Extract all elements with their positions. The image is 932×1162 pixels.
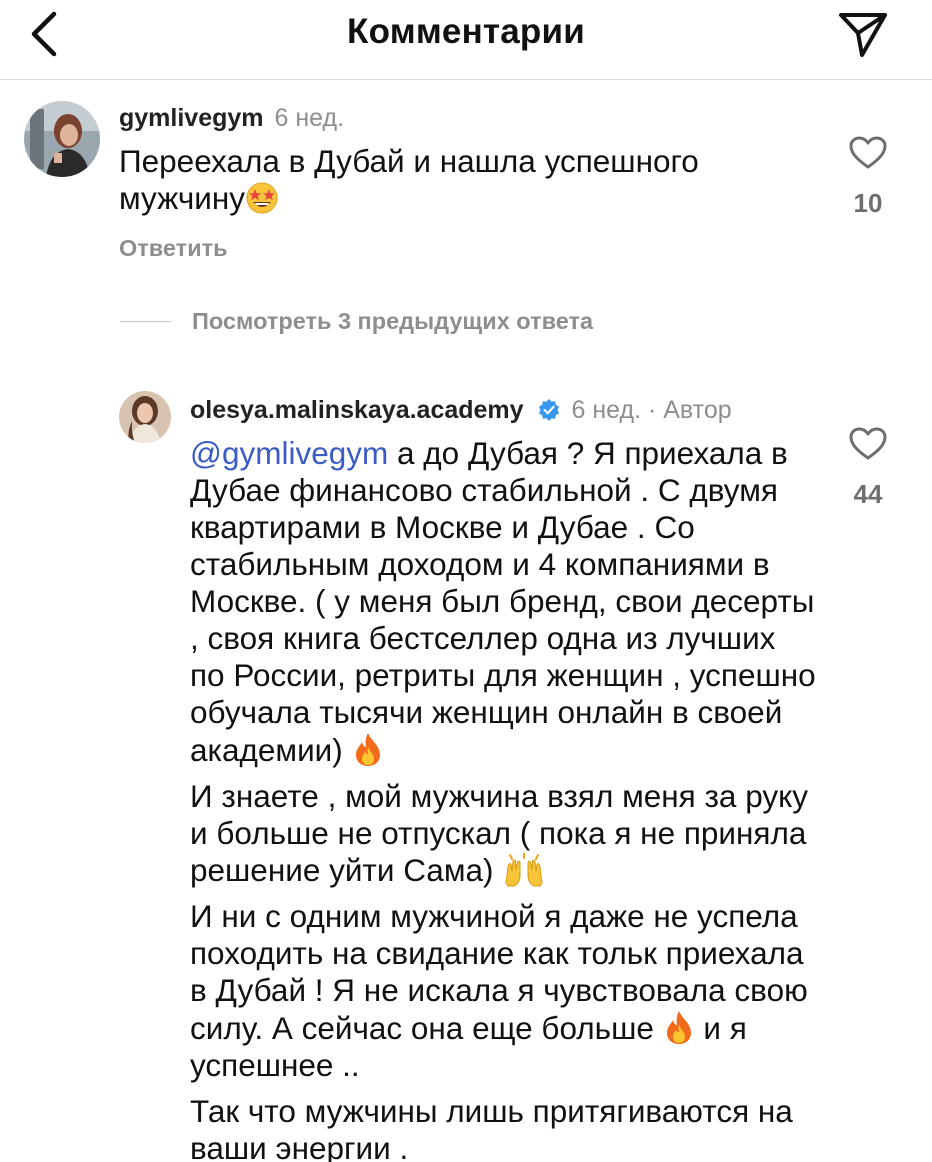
comment-body: Переехала в Дубай и нашла успешного мужч… — [119, 143, 809, 217]
comment-timestamp: 6 нед. — [274, 104, 345, 132]
divider-line — [120, 320, 172, 322]
paper-plane-icon — [839, 13, 887, 57]
raising-hands-emoji — [505, 853, 543, 887]
reply-body: @gymlivegym а до Дубая ? Я приехала в Ду… — [190, 435, 818, 1162]
comment-username[interactable]: gymlivegym — [119, 104, 264, 132]
separator-dot: · — [647, 396, 657, 424]
comments-screen: Комментарии gymlivegym 6 нед. Переехала … — [0, 0, 932, 1162]
heart-icon[interactable] — [849, 427, 887, 461]
reply-text-4: Так что мужчины лишь притягиваются на ва… — [190, 1093, 793, 1162]
comment-header: gymlivegym 6 нед. — [119, 103, 344, 133]
header-bar: Комментарии — [0, 0, 932, 80]
reply-header: olesya.malinskaya.academy 6 нед. · Автор — [190, 395, 732, 425]
verified-badge-icon — [538, 399, 559, 421]
reply-like: 44 — [838, 427, 898, 510]
reply-timestamp: 6 нед. — [571, 396, 642, 424]
reply-username[interactable]: olesya.malinskaya.academy — [190, 396, 524, 424]
heart-icon[interactable] — [849, 136, 887, 170]
fire-emoji — [666, 1011, 691, 1044]
star-struck-emoji — [246, 182, 278, 214]
share-button[interactable] — [836, 8, 890, 60]
author-label: Автор — [663, 396, 732, 424]
reply-paragraph: И ни с одним мужчиной я даже не успела п… — [190, 898, 818, 1084]
page-title: Комментарии — [347, 12, 585, 51]
mention-link[interactable]: @gymlivegym — [190, 435, 388, 471]
reply-paragraph: @gymlivegym а до Дубая ? Я приехала в Ду… — [190, 435, 818, 769]
like-count: 10 — [853, 188, 883, 218]
comment-text: Переехала в Дубай и нашла успешного мужч… — [119, 143, 699, 216]
comment-like: 10 — [838, 136, 898, 219]
reply-paragraph: И знаете , мой мужчина взял меня за руку… — [190, 778, 818, 889]
reply-text-1: а до Дубая ? Я приехала в Дубае финансов… — [190, 435, 816, 768]
reply-text-2: И знаете , мой мужчина взял меня за руку… — [190, 778, 809, 888]
fire-emoji — [355, 733, 380, 766]
reply-button[interactable]: Ответить — [119, 235, 228, 262]
view-previous-replies[interactable]: Посмотреть 3 предыдущих ответа — [120, 303, 593, 339]
avatar[interactable] — [119, 391, 171, 443]
like-count: 44 — [853, 479, 883, 509]
view-replies-label: Посмотреть 3 предыдущих ответа — [192, 307, 594, 334]
reply-paragraph: Так что мужчины лишь притягиваются на ва… — [190, 1093, 818, 1162]
avatar[interactable] — [24, 101, 100, 177]
